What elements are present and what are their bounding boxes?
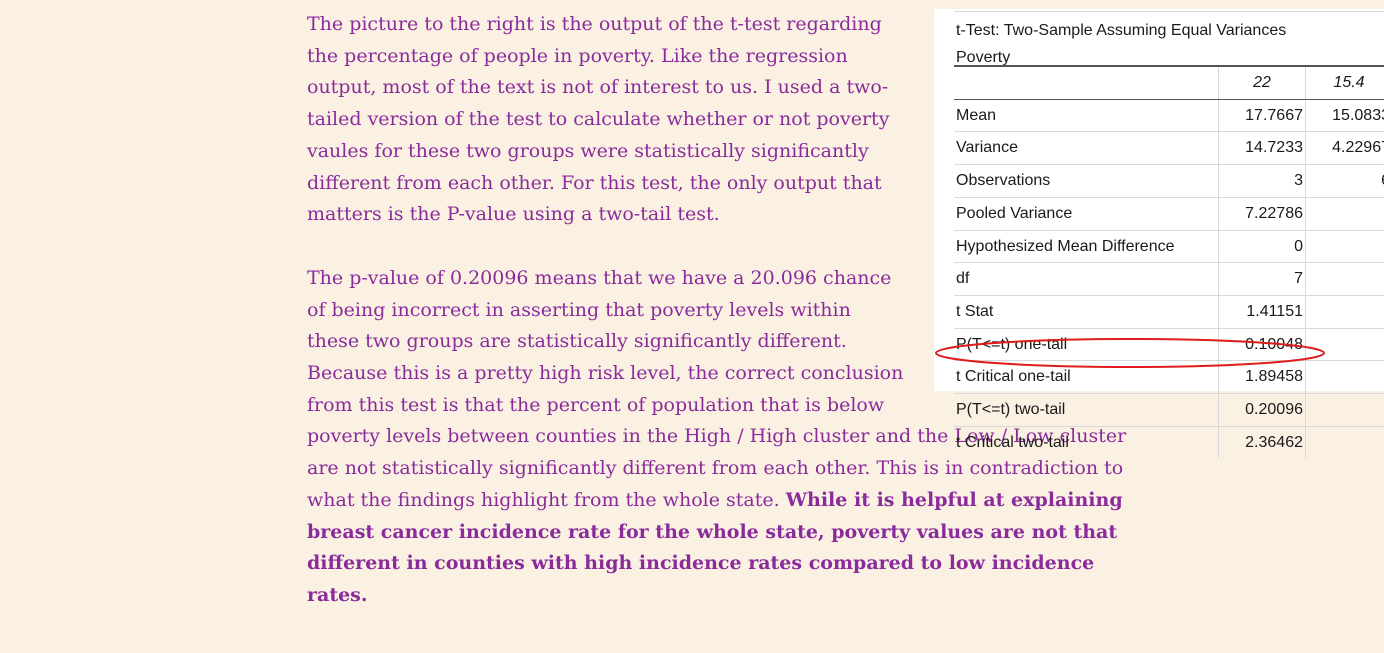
row-label: t Critical two-tail (956, 433, 1069, 451)
row-label: t Stat (954, 295, 1219, 329)
table-header-row: 22 15.4 (954, 64, 1384, 100)
row-value-2 (1305, 197, 1384, 231)
row-label: t Critical one-tail (954, 360, 1219, 395)
row-label: P(T<=t) one-tail (954, 328, 1219, 362)
table-row: t Critical two-tail 2.36462 (954, 426, 1384, 459)
row-label: Hypothesized Mean Difference (954, 230, 1219, 264)
table-row: Hypothesized Mean Difference 0 (954, 230, 1384, 264)
row-label: Pooled Variance (954, 197, 1219, 231)
ttest-table: 22 15.4 Mean 17.7667 15.0833 Variance 14… (954, 64, 1384, 459)
row-label: Variance (954, 131, 1219, 166)
row-value-1: 7 (1218, 262, 1306, 296)
row-value-1: 17.7667 (1218, 99, 1306, 133)
row-value-2: 4.22967 (1305, 131, 1384, 166)
ttest-output-image: t-Test: Two-Sample Assuming Equal Varian… (927, 9, 1384, 459)
row-value-2 (1305, 360, 1384, 395)
table-row: Variance 14.7233 4.22967 (954, 131, 1384, 166)
header-cell (954, 64, 1219, 100)
row-value-1: 2.36462 (1218, 426, 1306, 459)
header-cell: 22 (1218, 64, 1306, 100)
row-value-2 (1305, 295, 1384, 329)
table-row: t Critical one-tail 1.89458 (954, 360, 1384, 395)
row-value-2 (1305, 230, 1384, 264)
row-label: df (954, 262, 1219, 296)
table-row-highlighted: P(T<=t) two-tail 0.20096 (954, 393, 1384, 427)
row-value-2: 6 (1305, 164, 1384, 198)
row-value-1: 14.7233 (1218, 131, 1306, 166)
row-value-2 (1305, 393, 1384, 427)
article-content: t-Test: Two-Sample Assuming Equal Varian… (307, 9, 1384, 612)
sheet-gridline (954, 11, 1384, 12)
row-value-2 (1305, 262, 1384, 296)
table-row: Mean 17.7667 15.0833 (954, 99, 1384, 133)
table-row: df 7 (954, 262, 1384, 296)
row-value-2 (1305, 426, 1384, 459)
table-row: t Stat 1.41151 (954, 295, 1384, 329)
row-value-1: 0 (1218, 230, 1306, 264)
table-row: Observations 3 6 (954, 164, 1384, 198)
row-label: P(T<=t) two-tail (954, 393, 1219, 427)
row-value-1: 0.10048 (1218, 328, 1306, 362)
row-label: Mean (954, 99, 1219, 133)
table-row: Pooled Variance 7.22786 (954, 197, 1384, 231)
row-value-1: 3 (1218, 164, 1306, 198)
header-cell: 15.4 (1305, 64, 1384, 100)
row-label: Observations (954, 164, 1219, 198)
ttest-table-sheet: t-Test: Two-Sample Assuming Equal Varian… (934, 9, 1384, 459)
row-value-2: 15.0833 (1305, 99, 1384, 133)
row-value-1: 1.89458 (1218, 360, 1306, 395)
table-row: P(T<=t) one-tail 0.10048 (954, 328, 1384, 362)
row-value-1: 7.22786 (1218, 197, 1306, 231)
row-value-2 (1305, 328, 1384, 362)
row-value-1: 1.41151 (1218, 295, 1306, 329)
row-value-1: 0.20096 (1218, 393, 1306, 427)
